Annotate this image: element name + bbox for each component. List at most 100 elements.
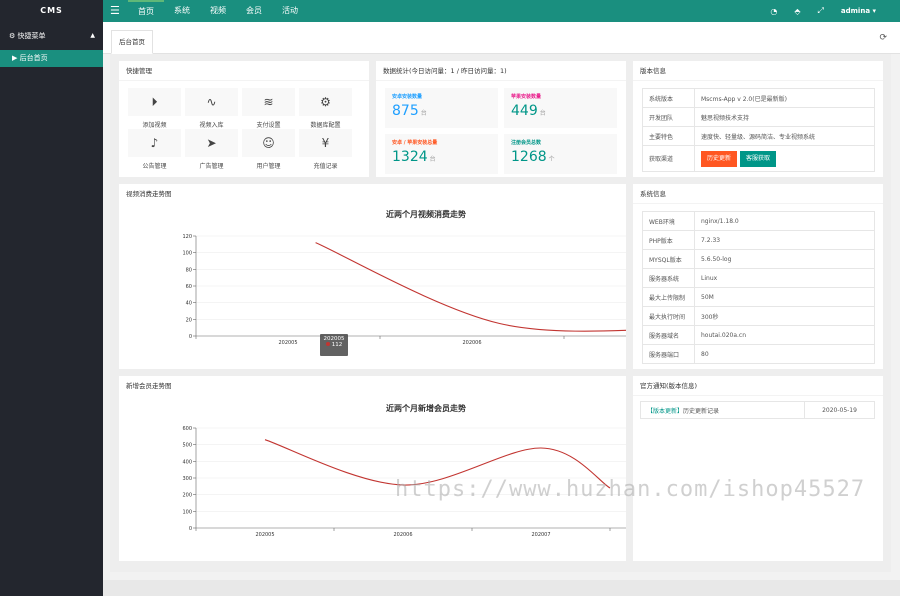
video-consumption-chart: 近两个月视频消费走势 0 20 40 60 80 100 120 202005 202006 <box>182 209 626 346</box>
quick-item-label: 视频入库 <box>199 122 224 129</box>
stat-card: 注册会员总数 1268 个 <box>504 134 617 174</box>
quick-item-label: 公告管理 <box>142 163 167 170</box>
message-icon[interactable]: ◔ <box>770 7 777 16</box>
history-update-button[interactable]: 历史更新 <box>701 150 738 167</box>
quick-grid: ⏵ 添加视频 ∿ 视频入库 ≋ 支付设置 ⚙ 数据库配置 ♪ 公告管理 ➤ 广告管理 ☺ 用户… <box>128 88 352 170</box>
table-key: 服务器系统 <box>642 268 695 288</box>
table-key: 最大执行时间 <box>642 306 695 326</box>
table-row: MYSQL版本 5.6.50-log <box>642 249 875 269</box>
support-button[interactable]: 客服获取 <box>740 150 777 167</box>
quick-item-database[interactable]: ⚙ 数据库配置 <box>299 88 352 129</box>
quick-item-users[interactable]: ☺ 用户管理 <box>242 129 295 170</box>
panel-title: 数据统计(今日访问量：1 / 昨日访问量：1) <box>376 61 626 81</box>
topnav-item-home[interactable]: 首页 <box>128 0 164 22</box>
fullscreen-icon[interactable]: ⤢ <box>818 6 824 16</box>
stat-value: 1268 <box>511 149 547 165</box>
topnav-item-member[interactable]: 会员 <box>236 0 272 22</box>
x-tick-label: 202005 <box>278 340 297 346</box>
chart-title: 近两个月视频消费走势 <box>386 209 466 219</box>
quick-item-add-video[interactable]: ⏵ 添加视频 <box>128 88 181 129</box>
notice-tag[interactable]: 【版本更新】 <box>647 408 683 415</box>
table-row: 开发团队 魅思视频技术支持 <box>642 107 875 127</box>
table-row[interactable]: 【版本更新】历史更新记录 2020-05-19 <box>640 401 875 419</box>
system-info-table: WEB环境 nginx/1.18.0 PHP版本 7.2.33 MYSQL版本 5.6… <box>642 211 875 364</box>
chart-title: 近两个月新增会员走势 <box>386 403 466 413</box>
quick-item-payment[interactable]: ≋ 支付设置 <box>242 88 295 129</box>
table-row: 系统版本 Mscms-App v 2.0(已是最新版) <box>642 88 875 108</box>
panel-title: 系统信息 <box>633 184 883 204</box>
y-tick-label: 80 <box>186 267 192 273</box>
tab-home[interactable]: 后台首页 <box>111 30 153 54</box>
quick-item-ads[interactable]: ➤ 广告管理 <box>185 129 238 170</box>
sidebar: ⚙ 快捷菜单 ▲ ▶ 后台首页 <box>0 22 103 596</box>
table-value: houtai.020a.cn <box>694 325 875 345</box>
quick-item-label: 添加视频 <box>142 122 167 129</box>
panel-title: 快捷管理 <box>119 61 369 81</box>
sidebar-item-home[interactable]: ▶ 后台首页 <box>0 50 103 67</box>
quick-item-recharge[interactable]: ¥ 充值记录 <box>299 129 352 170</box>
table-value: 5.6.50-log <box>694 249 875 269</box>
table-row: WEB环境 nginx/1.18.0 <box>642 211 875 231</box>
yen-icon: ¥ <box>299 129 352 157</box>
chart-tooltip: 202005 112 <box>320 334 348 356</box>
y-tick-label: 100 <box>182 509 192 515</box>
table-key: MYSQL版本 <box>642 249 695 269</box>
table-value: 速度快、轻量级、源码简洁、专业视频系统 <box>694 126 875 146</box>
quick-item-notice[interactable]: ♪ 公告管理 <box>128 129 181 170</box>
table-row: 服务器系统 Linux <box>642 268 875 288</box>
panel-title: 官方通知(版本信息) <box>633 376 883 396</box>
stat-card: 安卓安装数量 875 台 <box>385 88 498 128</box>
table-value: 300秒 <box>694 306 875 326</box>
gear-icon: ⚙ <box>299 88 352 116</box>
notice-panel: 官方通知(版本信息) 【版本更新】历史更新记录 2020-05-19 <box>633 376 883 561</box>
tag-icon[interactable]: ⬘ <box>794 7 800 16</box>
quick-panel: 快捷管理 ⏵ 添加视频 ∿ 视频入库 ≋ 支付设置 ⚙ 数据库配置 ♪ 公告管理 ➤ 广告管… <box>119 61 369 177</box>
table-row: 获取渠道 历史更新 客服获取 <box>642 145 875 172</box>
refresh-icon[interactable]: ⟳ <box>879 33 887 43</box>
y-tick-label: 40 <box>186 301 192 307</box>
table-row: 最大执行时间 300秒 <box>642 306 875 326</box>
stat-label: 注册会员总数 <box>511 140 542 146</box>
top-bar: CMS ☰ 首页 系统 视频 会员 活动 ◔ ⬘ ⤢ admina ▾ <box>0 0 900 22</box>
quick-item-import-video[interactable]: ∿ 视频入库 <box>185 88 238 129</box>
notice-table: 【版本更新】历史更新记录 2020-05-19 <box>640 401 875 419</box>
sidebar-head[interactable]: ⚙ 快捷菜单 ▲ <box>0 22 103 50</box>
notice-text[interactable]: 历史更新记录 <box>683 408 719 415</box>
watermark: https://www.huzhan.com/ishop45527 <box>395 477 866 502</box>
stat-label: 安卓安装数量 <box>392 94 423 100</box>
system-info-panel: 系统信息 WEB环境 nginx/1.18.0 PHP版本 7.2.33 MYSQL… <box>633 184 883 369</box>
stat-unit: 台 <box>420 110 427 117</box>
stat-value: 1324 <box>392 149 428 165</box>
quick-item-label: 数据库配置 <box>310 122 341 129</box>
stat-label: 苹果安装数量 <box>511 94 542 100</box>
menu-icon[interactable]: ☰ <box>110 4 120 17</box>
stat-unit: 台 <box>429 156 436 163</box>
topnav-item-system[interactable]: 系统 <box>164 0 200 22</box>
topnav-item-video[interactable]: 视频 <box>200 0 236 22</box>
notice-date: 2020-05-19 <box>804 401 875 419</box>
app-logo[interactable]: CMS <box>0 0 103 22</box>
play-icon: ⏵ <box>128 88 181 116</box>
topnav-item-activity[interactable]: 活动 <box>272 0 308 22</box>
stat-label: 安卓 / 苹果安装总量 <box>392 140 438 146</box>
y-tick-label: 300 <box>182 476 192 482</box>
user-menu[interactable]: admina ▾ <box>841 7 876 15</box>
stat-value: 449 <box>511 103 538 119</box>
tooltip-value: 112 <box>331 342 343 348</box>
speaker-icon: ♪ <box>128 129 181 157</box>
table-value: Mscms-App v 2.0(已是最新版) <box>694 88 875 108</box>
top-right-tools: ◔ ⬘ ⤢ admina ▾ <box>770 0 876 22</box>
caret-up-icon: ▲ <box>90 32 95 39</box>
pulse-icon: ∿ <box>185 88 238 116</box>
y-tick-label: 120 <box>182 234 192 240</box>
table-key: PHP版本 <box>642 230 695 250</box>
user-icon: ☺ <box>242 129 295 157</box>
tab-bar: 后台首页 ⟳ <box>103 22 900 54</box>
table-value: nginx/1.18.0 <box>694 211 875 231</box>
stat-value: 875 <box>392 103 419 119</box>
table-value: 7.2.33 <box>694 230 875 250</box>
table-row: 最大上传限制 50M <box>642 287 875 307</box>
y-tick-label: 400 <box>182 459 192 465</box>
table-value: 50M <box>694 287 875 307</box>
stat-card: 安卓 / 苹果安装总量 1324 台 <box>385 134 498 174</box>
